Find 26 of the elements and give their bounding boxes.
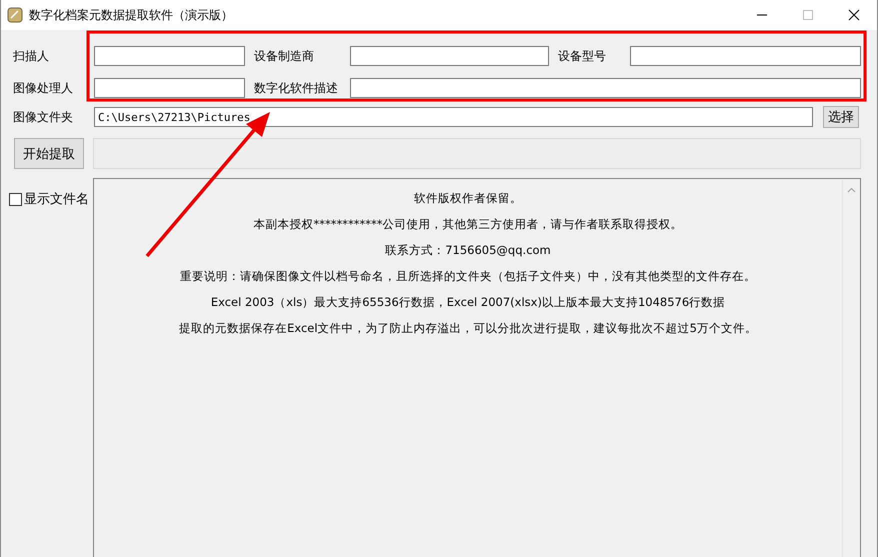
- info-line: 重要说明：请确保图像文件以档号命名，且所选择的文件夹（包括子文件夹）中，没有其他类型的文件存在。: [180, 268, 756, 285]
- browse-button[interactable]: 选择: [823, 106, 859, 128]
- field-label: 扫描人: [12, 48, 50, 64]
- window-title: 数字化档案元数据提取软件（演示版）: [29, 6, 234, 24]
- start-button[interactable]: 开始提取: [14, 138, 84, 169]
- field-label: 设备型号: [557, 48, 607, 64]
- checkbox-label[interactable]: 显示文件名: [24, 190, 89, 208]
- input-field[interactable]: [630, 46, 861, 66]
- input-field[interactable]: [94, 46, 245, 66]
- checkbox[interactable]: [9, 192, 22, 206]
- scroll-up-icon[interactable]: [847, 187, 856, 193]
- info-line: 提取的元数据保存在Excel文件中，为了防止内存溢出，可以分批次进行提取，建议每批次不超过5万个文件。: [179, 320, 757, 337]
- info-line: 本副本授权************公司使用，其他第三方使用者，请与作者联系取得授权。: [254, 216, 682, 233]
- field-label: 图像处理人: [12, 80, 74, 96]
- info-line: 软件版权作者保留。: [414, 190, 522, 207]
- input-field[interactable]: [350, 46, 549, 66]
- field-label: 数字化软件描述: [253, 80, 339, 96]
- info-line: Excel 2003（xls）最大支持65536行数据，Excel 2007(xlsx)以上版本最大支持1048576行数据: [210, 294, 726, 311]
- field-label: 图像文件夹: [12, 108, 74, 126]
- folder-path-field[interactable]: C:\Users\27213\Pictures: [94, 107, 813, 127]
- field-label: 设备制造商: [253, 48, 315, 64]
- app-icon: [7, 7, 23, 23]
- input-field[interactable]: [94, 78, 245, 98]
- info-text-area[interactable]: [93, 178, 861, 557]
- input-field[interactable]: [350, 78, 861, 98]
- info-line: 联系方式：7156605@qq.com: [385, 242, 551, 259]
